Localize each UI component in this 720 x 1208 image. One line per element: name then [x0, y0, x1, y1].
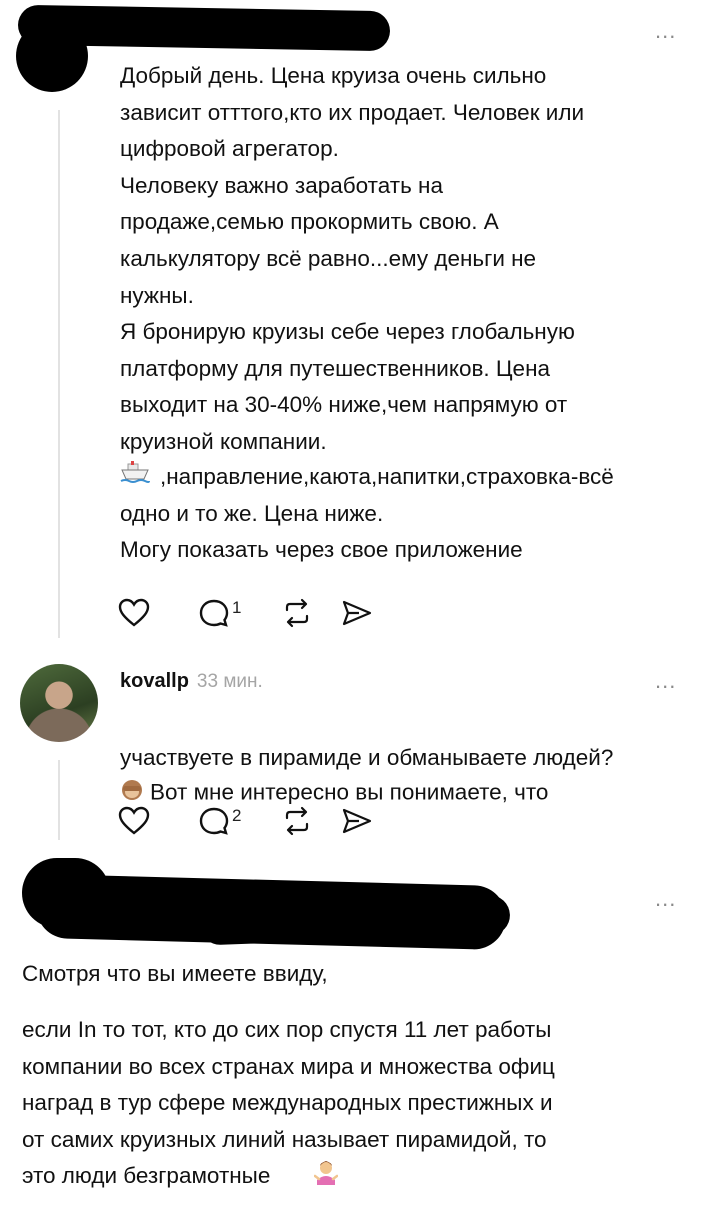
send-icon: [343, 808, 372, 834]
share-button-2[interactable]: [341, 806, 373, 836]
reply-button[interactable]: 1: [198, 598, 241, 628]
comment-actions: 1: [118, 598, 401, 628]
comment-text-2b: участвуете в пирамиде и обманываете люде…: [120, 745, 614, 770]
send-icon: [343, 600, 372, 626]
heart-icon: [118, 598, 150, 627]
avatar[interactable]: [20, 664, 98, 742]
reply-count: 1: [232, 598, 242, 617]
comment-actions-2: 2: [118, 806, 401, 836]
more-options-button[interactable]: ...: [655, 18, 676, 44]
comment-text-continued: ,направление,каюта,напитки,страховка-всё…: [120, 464, 614, 563]
comment-header: kovallp 33 мин.: [120, 670, 263, 693]
person-shrugging-icon: [313, 1160, 339, 1191]
like-button[interactable]: [118, 598, 150, 628]
heart-icon: [118, 806, 150, 835]
comment-text-line-1: Вот мне интересно вы понимаете, что: [150, 779, 549, 805]
comment-text-3-para-1: Смотря что вы имеете ввиду,: [22, 961, 328, 986]
reply-count-2: 2: [232, 806, 242, 825]
comment-text: Добрый день. Цена круиза очень сильно за…: [120, 63, 585, 454]
timestamp: 33 мин.: [196, 671, 263, 692]
thread-line-2: [58, 760, 60, 840]
share-button[interactable]: [341, 598, 373, 628]
repost-icon: [286, 806, 309, 836]
thread-line: [58, 110, 60, 638]
like-button-2[interactable]: [118, 806, 150, 836]
comment-text-3-para-2: если In то тот, кто до сих пор спустя 11…: [22, 1017, 555, 1189]
repost-button[interactable]: [281, 598, 313, 628]
more-options-button-2[interactable]: ...: [655, 668, 676, 694]
reply-button-2[interactable]: 2: [198, 806, 241, 836]
more-options-button-3[interactable]: ...: [655, 886, 676, 912]
username[interactable]: kovallp: [120, 670, 189, 692]
repost-button-2[interactable]: [281, 806, 313, 836]
comment-icon: [199, 807, 229, 835]
redacted-avatar-1: [16, 20, 88, 92]
comment-icon: [199, 599, 229, 627]
repost-icon: [286, 598, 309, 628]
